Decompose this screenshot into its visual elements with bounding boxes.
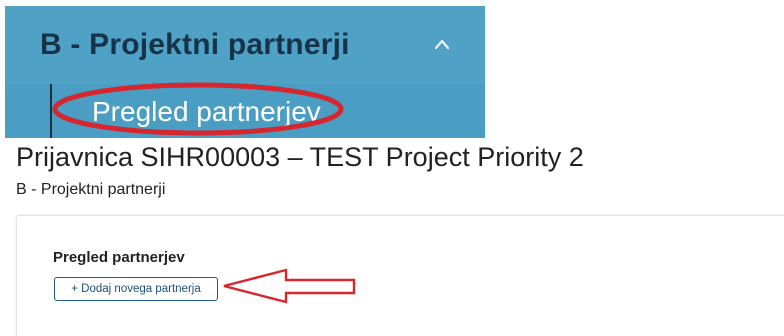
- card-heading: Pregled partnerjev: [53, 249, 185, 266]
- page-subtitle: B - Projektni partnerji: [16, 181, 166, 198]
- sidebar-section-title: B - Projektni partnerji: [40, 28, 350, 61]
- partners-card: [16, 215, 784, 336]
- arrow-left-icon: [223, 268, 356, 304]
- highlight-ellipse-annotation: [52, 82, 344, 136]
- page-title: Prijavnica SIHR00003 – TEST Project Prio…: [16, 142, 584, 172]
- add-partner-button[interactable]: + Dodaj novega partnerja: [54, 277, 218, 301]
- sidebar-section-header[interactable]: B - Projektni partnerji: [5, 6, 485, 84]
- chevron-up-icon[interactable]: [435, 38, 449, 52]
